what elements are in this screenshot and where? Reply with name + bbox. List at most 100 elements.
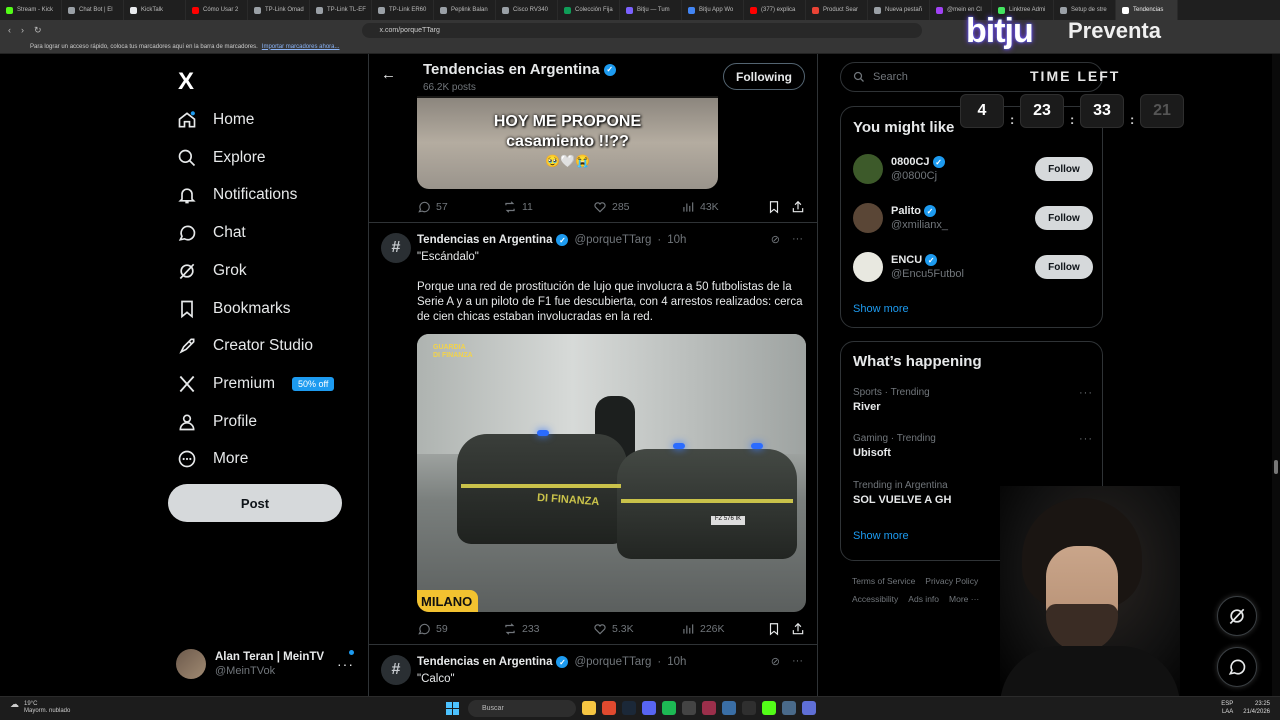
app-icon[interactable] bbox=[782, 701, 796, 715]
weather-widget[interactable]: ☁ 19°C Mayorm. nublado bbox=[10, 700, 70, 715]
discord-icon[interactable] bbox=[642, 701, 656, 715]
windows-start-icon[interactable] bbox=[446, 702, 459, 715]
footer-link[interactable]: Accessibility bbox=[852, 594, 898, 604]
forward-icon[interactable]: › bbox=[21, 25, 24, 36]
reply-button[interactable]: 57 bbox=[417, 200, 503, 214]
tweet-time[interactable]: 10h bbox=[667, 234, 686, 246]
obs-icon[interactable] bbox=[742, 701, 756, 715]
browser-tab[interactable]: Stream - Kick bbox=[0, 0, 62, 20]
browser-tab[interactable]: Peplink Balan bbox=[434, 0, 496, 20]
sidebar-item-chat[interactable]: Chat bbox=[176, 218, 246, 248]
app-icon[interactable] bbox=[682, 701, 696, 715]
suggestion-item[interactable]: 0800CJ ✓ @0800Cj Follow bbox=[853, 152, 1093, 186]
browser-tab[interactable]: TP-Link ER60 bbox=[372, 0, 434, 20]
tweet-media-video[interactable]: DI FINANZA FZ 576 IK GUARDIA DI FINANZA … bbox=[417, 334, 806, 612]
suggestion-item[interactable]: ENCU ✓ @Encu5Futbol Follow bbox=[853, 250, 1093, 284]
share-button[interactable] bbox=[791, 200, 805, 214]
grok-floating-button[interactable] bbox=[1217, 596, 1257, 636]
language-indicator[interactable]: ESP LAA bbox=[1221, 700, 1233, 716]
sidebar-item-more[interactable]: More bbox=[176, 444, 248, 474]
brave-icon[interactable] bbox=[602, 701, 616, 715]
repost-button[interactable]: 233 bbox=[503, 622, 593, 636]
more-horizontal-icon[interactable]: ··· bbox=[792, 233, 803, 246]
browser-tab[interactable]: Cisco RV340 bbox=[496, 0, 558, 20]
address-bar[interactable]: x.com/porqueTTarg bbox=[361, 22, 922, 38]
reply-button[interactable]: 59 bbox=[417, 622, 503, 636]
browser-tab[interactable]: Bitju — Tum bbox=[620, 0, 682, 20]
more-horizontal-icon[interactable]: ··· bbox=[792, 655, 803, 668]
views-button[interactable]: 226K bbox=[681, 622, 767, 636]
sidebar-item-grok[interactable]: Grok bbox=[176, 256, 247, 286]
steam-icon[interactable] bbox=[622, 701, 636, 715]
suggestion-item[interactable]: Palito ✓ @xmilianx_ Follow bbox=[853, 201, 1093, 235]
like-button[interactable]: 285 bbox=[593, 200, 681, 214]
trend-item[interactable]: Gaming · Trending Ubisoft ··· bbox=[853, 433, 1093, 459]
repost-button[interactable]: 11 bbox=[503, 200, 593, 214]
tweet-author-handle[interactable]: @porqueTTarg bbox=[574, 234, 651, 246]
x-logo[interactable]: X bbox=[178, 68, 194, 96]
tweet-avatar[interactable]: # bbox=[381, 233, 411, 263]
sidebar-item-explore[interactable]: Explore bbox=[176, 143, 266, 173]
footer-link[interactable]: Privacy Policy bbox=[925, 576, 978, 586]
clock[interactable]: 23:25 21/4/2026 bbox=[1243, 700, 1270, 716]
views-button[interactable]: 43K bbox=[681, 200, 767, 214]
trend-item[interactable]: Sports · Trending River ··· bbox=[853, 387, 1093, 413]
file-explorer-icon[interactable] bbox=[582, 701, 596, 715]
browser-tab[interactable]: KickTalk bbox=[124, 0, 186, 20]
footer-link[interactable]: Ads info bbox=[908, 594, 939, 604]
grok-icon[interactable]: ⊘ bbox=[771, 655, 780, 668]
tweet-avatar[interactable]: # bbox=[381, 655, 411, 685]
browser-tab[interactable]: TP-Link Omad bbox=[248, 0, 310, 20]
following-button[interactable]: Following bbox=[723, 63, 805, 90]
footer-link[interactable]: Terms of Service bbox=[852, 576, 915, 586]
spotify-icon[interactable] bbox=[662, 701, 676, 715]
browser-tab[interactable]: Nueva pestañ bbox=[868, 0, 930, 20]
back-icon[interactable]: ‹ bbox=[8, 25, 11, 36]
sidebar-item-home[interactable]: Home bbox=[176, 105, 254, 135]
tweet-author-handle[interactable]: @porqueTTarg bbox=[574, 656, 651, 668]
footer-link[interactable]: More ··· bbox=[949, 594, 979, 604]
browser-tab[interactable]: (377) explica bbox=[744, 0, 806, 20]
sidebar-item-profile[interactable]: Profile bbox=[176, 407, 257, 437]
browser-tab[interactable]: Chat Bot | El bbox=[62, 0, 124, 20]
app-icon[interactable] bbox=[802, 701, 816, 715]
grok-icon[interactable]: ⊘ bbox=[771, 233, 780, 246]
bookmark-button[interactable] bbox=[767, 622, 791, 636]
like-button[interactable]: 5.3K bbox=[593, 622, 681, 636]
browser-tab[interactable]: Colección Fija bbox=[558, 0, 620, 20]
back-arrow-icon[interactable]: ← bbox=[381, 66, 396, 83]
share-button[interactable] bbox=[791, 622, 805, 636]
tweet-media-image[interactable]: HOY ME PROPONE casamiento !!?? 🥹🤍😭 bbox=[417, 96, 718, 189]
taskbar-search[interactable]: Buscar bbox=[468, 700, 576, 717]
sidebar-item-notifications[interactable]: Notifications bbox=[176, 180, 297, 210]
follow-button[interactable]: Follow bbox=[1035, 157, 1093, 181]
browser-tab[interactable]: Bitju App Wo bbox=[682, 0, 744, 20]
tweet-author-name[interactable]: Tendencias en Argentina bbox=[417, 234, 552, 246]
reload-icon[interactable]: ↻ bbox=[34, 25, 42, 36]
show-more-link[interactable]: Show more bbox=[853, 530, 909, 542]
more-horizontal-icon[interactable]: ··· bbox=[1079, 387, 1093, 399]
browser-tab[interactable]: TP-Link TL-EF bbox=[310, 0, 372, 20]
show-more-link[interactable]: Show more bbox=[853, 303, 909, 315]
browser-tab[interactable]: Cómo Usar 2 bbox=[186, 0, 248, 20]
browser-tab[interactable]: Product Sear bbox=[806, 0, 868, 20]
more-horizontal-icon[interactable]: ··· bbox=[337, 656, 354, 672]
follow-button[interactable]: Follow bbox=[1035, 255, 1093, 279]
sidebar-item-bookmarks[interactable]: Bookmarks bbox=[176, 294, 291, 324]
more-horizontal-icon[interactable]: ··· bbox=[1079, 433, 1093, 445]
app-icon[interactable] bbox=[722, 701, 736, 715]
scrollbar-thumb[interactable] bbox=[1274, 460, 1278, 474]
sidebar-item-creator-studio[interactable]: Creator Studio bbox=[176, 331, 313, 361]
bookmark-button[interactable] bbox=[767, 200, 791, 214]
tweet-author-name[interactable]: Tendencias en Argentina bbox=[417, 656, 552, 668]
tweet-time[interactable]: 10h bbox=[667, 656, 686, 668]
post-button[interactable]: Post bbox=[168, 484, 342, 522]
app-icon[interactable] bbox=[762, 701, 776, 715]
account-switcher[interactable]: Alan Teran | MeinTV @MeinTVok ··· bbox=[176, 644, 366, 684]
chat-floating-button[interactable] bbox=[1217, 647, 1257, 687]
sidebar-item-premium[interactable]: Premium 50% off bbox=[176, 369, 335, 399]
app-icon[interactable] bbox=[702, 701, 716, 715]
follow-button[interactable]: Follow bbox=[1035, 206, 1093, 230]
page-scrollbar[interactable] bbox=[1272, 54, 1280, 696]
import-bookmarks-link[interactable]: Importar marcadores ahora... bbox=[262, 44, 340, 50]
